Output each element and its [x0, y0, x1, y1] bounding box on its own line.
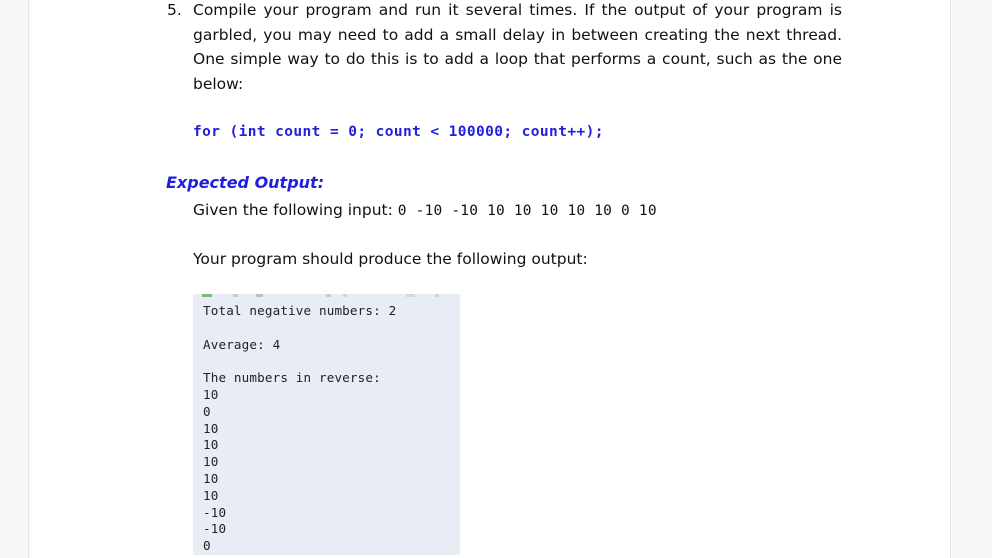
clipped-text-remnants — [193, 294, 460, 299]
given-input-values: 0 -10 -10 10 10 10 10 10 0 10 — [397, 203, 657, 219]
numbered-list-item: 5. Compile your program and run it sever… — [167, 0, 842, 96]
console-line: -10 — [203, 504, 227, 520]
console-line: 0 — [203, 538, 211, 554]
document-page: 5. Compile your program and run it sever… — [30, 0, 950, 558]
console-line: The numbers in reverse: — [203, 370, 381, 386]
produce-output-label: Your program should produce the followin… — [193, 250, 588, 268]
console-line: 10 — [203, 470, 219, 486]
console-line: 10 — [203, 386, 219, 402]
console-line: -10 — [203, 521, 227, 537]
console-line: 10 — [203, 437, 219, 453]
list-item-number: 5. — [167, 1, 182, 19]
console-line: 10 — [203, 420, 219, 436]
code-snippet: for (int count = 0; count < 100000; coun… — [193, 124, 604, 140]
console-line: Total negative numbers: 2 — [203, 303, 397, 318]
console-output-box: Total negative numbers: 2 Average: 4 The n… — [193, 294, 460, 555]
console-output-lines: Total negative numbers: 2 Average: 4 The n… — [203, 303, 460, 555]
console-line: 0 — [203, 403, 211, 419]
document-viewer: 5. Compile your program and run it sever… — [0, 0, 992, 558]
given-input-line: Given the following input: 0 -10 -10 10 … — [193, 199, 657, 222]
list-item-text: Compile your program and run it several … — [193, 1, 842, 93]
page-gutter-right — [950, 0, 992, 558]
console-line: Average: 4 — [203, 336, 281, 352]
page-gutter-left — [0, 0, 29, 558]
given-input-label: Given the following input: — [193, 201, 393, 219]
console-line: 10 — [203, 454, 219, 470]
console-line: 10 — [203, 487, 219, 503]
expected-output-heading: Expected Output: — [166, 173, 325, 192]
